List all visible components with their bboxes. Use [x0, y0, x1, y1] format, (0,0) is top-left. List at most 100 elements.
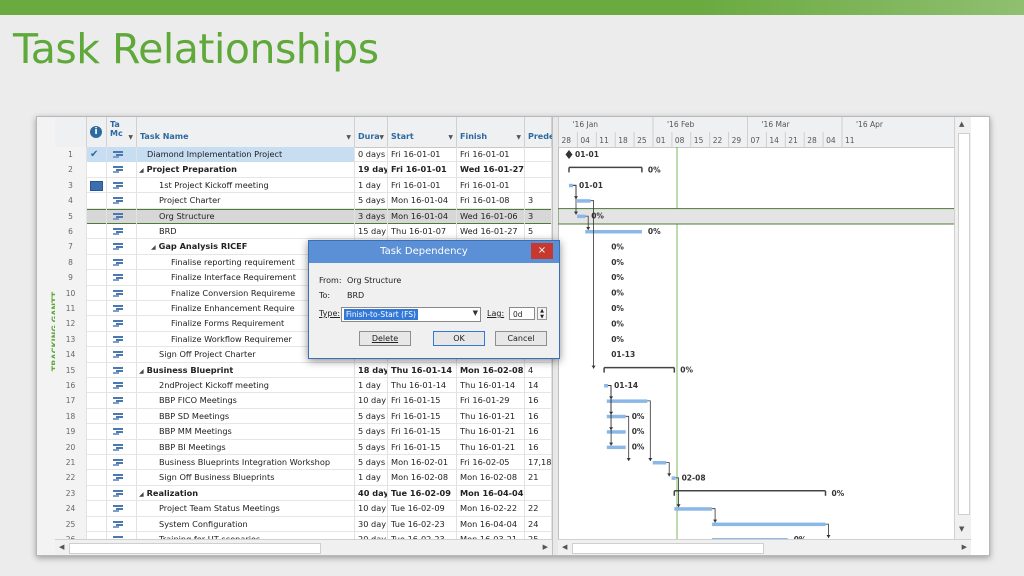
- predecessors-cell[interactable]: 3: [525, 208, 552, 224]
- duration-cell[interactable]: 1 day: [355, 470, 388, 486]
- cancel-button[interactable]: Cancel: [495, 331, 547, 346]
- start-cell[interactable]: Tue 16-02-09: [388, 485, 457, 502]
- start-cell[interactable]: Mon 16-01-04: [388, 208, 457, 224]
- start-column-header[interactable]: Start ▼: [388, 117, 457, 147]
- finish-column-header[interactable]: Finish ▼: [457, 117, 525, 147]
- lag-input[interactable]: 0d: [509, 307, 535, 320]
- task-name-cell[interactable]: BBP FICO Meetings: [137, 393, 355, 409]
- start-cell[interactable]: Thu 16-01-14: [388, 362, 457, 378]
- predecessors-cell[interactable]: 5: [525, 224, 552, 240]
- task-name-cell[interactable]: ◢ Realization: [137, 485, 355, 502]
- finish-cell[interactable]: Fri 16-02-05: [457, 455, 525, 471]
- predecessors-cell[interactable]: [525, 162, 552, 178]
- task-name-cell[interactable]: BRD: [137, 224, 355, 240]
- task-name-cell[interactable]: Project Team Status Meetings: [137, 501, 355, 517]
- predecessors-cell[interactable]: 3: [525, 193, 552, 209]
- finish-cell[interactable]: Fri 16-01-01: [457, 177, 525, 194]
- start-cell[interactable]: Fri 16-01-01: [388, 177, 457, 194]
- table-row[interactable]: 17 BBP FICO Meetings 10 day Fri 16-01-15 Fri…: [55, 393, 552, 409]
- start-cell[interactable]: Fri 16-01-01: [388, 147, 457, 163]
- collapse-icon[interactable]: ◢: [139, 167, 144, 174]
- table-row[interactable]: 19 BBP MM Meetings 5 days Fri 16-01-15 Thu 1…: [55, 424, 552, 440]
- scroll-right-icon[interactable]: ▶: [962, 543, 967, 551]
- ok-button[interactable]: OK: [433, 331, 485, 346]
- predecessors-cell[interactable]: 25: [525, 532, 552, 539]
- task-name-cell[interactable]: Org Structure: [137, 208, 355, 224]
- predecessors-cell[interactable]: 16: [525, 424, 552, 440]
- duration-cell[interactable]: 30 day: [355, 516, 388, 532]
- table-row[interactable]: 20 BBP BI Meetings 5 days Fri 16-01-15 Thu 1…: [55, 439, 552, 455]
- table-row[interactable]: 24 Project Team Status Meetings 10 day Tue …: [55, 501, 552, 517]
- predecessors-cell[interactable]: 4: [525, 362, 552, 378]
- start-cell[interactable]: Fri 16-01-15: [388, 408, 457, 425]
- start-cell[interactable]: Fri 16-01-01: [388, 162, 457, 178]
- duration-cell[interactable]: 5 days: [355, 455, 388, 471]
- scroll-right-icon[interactable]: ▶: [543, 543, 548, 551]
- task-name-cell[interactable]: Diamond Implementation Project: [137, 147, 355, 163]
- finish-cell[interactable]: Mon 16-04-04: [457, 516, 525, 532]
- finish-cell[interactable]: Fri 16-01-01: [457, 147, 525, 163]
- start-cell[interactable]: Thu 16-01-07: [388, 224, 457, 240]
- scroll-left-icon[interactable]: ◀: [59, 543, 64, 551]
- lag-spinner[interactable]: ▲ ▼: [537, 307, 547, 320]
- start-cell[interactable]: Fri 16-01-15: [388, 439, 457, 455]
- scroll-left-icon[interactable]: ◀: [562, 543, 567, 551]
- start-cell[interactable]: Mon 16-02-08: [388, 470, 457, 486]
- start-cell[interactable]: Mon 16-01-04: [388, 193, 457, 209]
- task-name-cell[interactable]: Training for UT scenarios: [137, 532, 355, 539]
- duration-cell[interactable]: 5 days: [355, 408, 388, 425]
- duration-cell[interactable]: 5 days: [355, 424, 388, 440]
- gantt-horizontal-scrollbar[interactable]: ◀ ▶: [558, 539, 971, 555]
- table-row[interactable]: 26 Training for UT scenarios20 dayTue 16-…: [55, 532, 552, 539]
- table-row[interactable]: 1 ✔ Diamond Implementation Project 0 days Fr…: [55, 147, 552, 163]
- finish-cell[interactable]: Fri 16-01-08: [457, 193, 525, 209]
- predecessors-cell[interactable]: 14: [525, 378, 552, 394]
- finish-cell[interactable]: Mon 16-02-08: [457, 470, 525, 486]
- table-scroll-thumb[interactable]: [69, 543, 321, 554]
- finish-cell[interactable]: Wed 16-01-27: [457, 224, 525, 240]
- collapse-icon[interactable]: ◢: [139, 368, 144, 375]
- table-row[interactable]: 2◢Project Preparation19 daysFri 16-01-01…: [55, 162, 552, 178]
- predecessors-cell[interactable]: [525, 177, 552, 194]
- duration-column-header[interactable]: Dura ▼: [355, 117, 388, 147]
- delete-button[interactable]: Delete: [359, 331, 411, 346]
- table-row[interactable]: 22 Sign Off Business Blueprints 1 day Mon 1…: [55, 470, 552, 486]
- finish-cell[interactable]: Fri 16-01-29: [457, 393, 525, 409]
- task-name-cell[interactable]: 1st Project Kickoff meeting: [137, 177, 355, 194]
- close-icon[interactable]: ×: [531, 243, 553, 259]
- predecessors-cell[interactable]: [525, 147, 552, 163]
- finish-cell[interactable]: Wed 16-01-27: [457, 162, 525, 178]
- table-horizontal-scrollbar[interactable]: ◀ ▶: [55, 539, 552, 555]
- gantt-scroll-thumb[interactable]: [958, 133, 970, 515]
- duration-cell[interactable]: 10 day: [355, 501, 388, 517]
- duration-cell[interactable]: 5 days: [355, 193, 388, 209]
- gantt-vertical-scrollbar[interactable]: ▲ ▼: [954, 117, 971, 539]
- task-name-column-header[interactable]: Task Name ▼: [137, 117, 355, 147]
- scroll-up-icon[interactable]: ▲: [959, 120, 964, 128]
- table-row[interactable]: 23 ◢ Realization 40 day Tue 16-02-09 Mon 16-0…: [55, 485, 552, 502]
- start-cell[interactable]: Mon 16-02-01: [388, 455, 457, 471]
- start-cell[interactable]: Tue 16-02-23: [388, 516, 457, 532]
- table-row[interactable]: 4 Project Charter 5 days Mon 16-01-04 Fri 16…: [55, 193, 552, 209]
- finish-cell[interactable]: Mon 16-04-04: [457, 485, 525, 502]
- duration-cell[interactable]: 18 day: [355, 362, 388, 378]
- table-row[interactable]: 18 BBP SD Meetings 5 days Fri 16-01-15 Thu 1…: [55, 408, 552, 425]
- duration-cell[interactable]: 40 day: [355, 485, 388, 502]
- start-cell[interactable]: Tue 16-02-23: [388, 532, 457, 539]
- task-name-cell[interactable]: 2ndProject Kickoff meeting: [137, 378, 355, 394]
- duration-cell[interactable]: 0 days: [355, 147, 388, 163]
- collapse-icon[interactable]: ◢: [151, 244, 156, 251]
- spin-down-icon[interactable]: ▼: [538, 314, 546, 320]
- table-row[interactable]: 3 1st Project Kickoff meeting 1 day Fri 16-…: [55, 177, 552, 194]
- predecessors-cell[interactable]: [525, 485, 552, 502]
- duration-cell[interactable]: 5 days: [355, 439, 388, 455]
- finish-cell[interactable]: Mon 16-03-21: [457, 532, 525, 539]
- info-column-header[interactable]: i: [87, 117, 107, 147]
- predecessors-cell[interactable]: 17,18,: [525, 455, 552, 471]
- start-cell[interactable]: Fri 16-01-15: [388, 424, 457, 440]
- finish-cell[interactable]: Mon 16-02-22: [457, 501, 525, 517]
- gantt-scroll-thumb-h[interactable]: [572, 543, 764, 554]
- duration-cell[interactable]: 3 days: [355, 208, 388, 224]
- scroll-down-icon[interactable]: ▼: [959, 525, 964, 533]
- mode-column-header[interactable]: Ta Mc ▼: [107, 117, 137, 147]
